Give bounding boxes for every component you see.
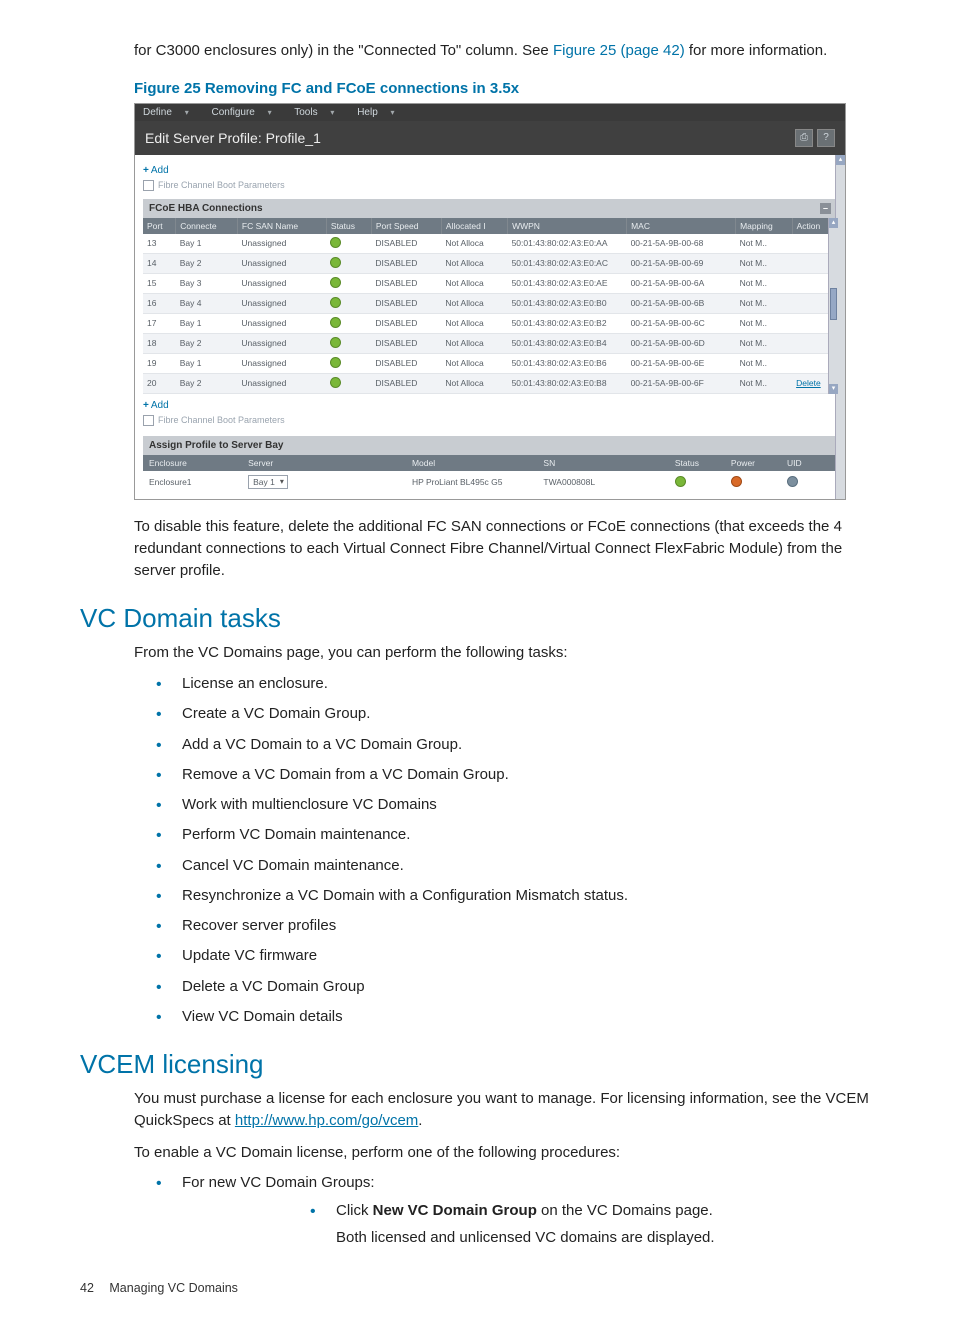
list-item: Cancel VC Domain maintenance. xyxy=(156,856,874,876)
status-ok-icon xyxy=(675,476,686,487)
step-1-sub: Both licensed and unlicensed VC domains … xyxy=(336,1227,874,1249)
list-item: Recover server profiles xyxy=(156,916,874,936)
assign-row: Enclosure1 Bay 1 HP ProLiant BL495c G5 T… xyxy=(143,471,837,493)
licensing-bullet: For new VC Domain Groups: Click New VC D… xyxy=(156,1173,874,1249)
fcoe-table: Port Connecte FC SAN Name Status Port Sp… xyxy=(143,218,837,394)
page-footer: 42 Managing VC Domains xyxy=(80,1281,874,1295)
table-scrollbar[interactable]: ▴▾ xyxy=(828,218,838,394)
menu-tools[interactable]: Tools ▾ xyxy=(294,107,344,118)
status-ok-icon xyxy=(330,297,341,308)
assign-table: Enclosure Server Model SN Status Power U… xyxy=(143,455,837,493)
power-icon xyxy=(731,476,742,487)
status-ok-icon xyxy=(330,377,341,388)
list-item: Update VC firmware xyxy=(156,946,874,966)
table-row: 18Bay 2UnassignedDISABLEDNot Alloca50:01… xyxy=(143,333,837,353)
table-row: 17Bay 1UnassignedDISABLEDNot Alloca50:01… xyxy=(143,313,837,333)
after-figure-paragraph: To disable this feature, delete the addi… xyxy=(134,516,874,581)
table-row: 20Bay 2UnassignedDISABLEDNot Alloca50:01… xyxy=(143,373,837,393)
list-item: Remove a VC Domain from a VC Domain Grou… xyxy=(156,765,874,785)
status-ok-icon xyxy=(330,277,341,288)
list-item: Delete a VC Domain Group xyxy=(156,977,874,997)
table-row: 16Bay 4UnassignedDISABLEDNot Alloca50:01… xyxy=(143,293,837,313)
licensing-p2: To enable a VC Domain license, perform o… xyxy=(134,1142,874,1164)
intro-text-a: for C3000 enclosures only) in the "Conne… xyxy=(134,42,553,59)
fcoe-table-header: Port Connecte FC SAN Name Status Port Sp… xyxy=(143,218,837,234)
vcem-url-link[interactable]: http://www.hp.com/go/vcem xyxy=(235,1112,418,1129)
status-ok-icon xyxy=(330,237,341,248)
uid-icon xyxy=(787,476,798,487)
figure-screenshot: Define ▾ Configure ▾ Tools ▾ Help ▾ Edit… xyxy=(134,103,846,500)
figure-caption: Figure 25 Removing FC and FCoE connectio… xyxy=(134,80,874,97)
table-row: 14Bay 2UnassignedDISABLEDNot Alloca50:01… xyxy=(143,253,837,273)
assign-section-header: Assign Profile to Server Bay xyxy=(143,436,837,455)
add-button-top[interactable]: +Add xyxy=(143,165,837,176)
menu-help[interactable]: Help ▾ xyxy=(357,107,404,118)
menu-define[interactable]: Define ▾ xyxy=(143,107,199,118)
status-ok-icon xyxy=(330,357,341,368)
step-1: Click New VC Domain Group on the VC Doma… xyxy=(310,1200,874,1250)
footer-title: Managing VC Domains xyxy=(109,1281,238,1295)
list-item: Work with multienclosure VC Domains xyxy=(156,795,874,815)
licensing-p1: You must purchase a license for each enc… xyxy=(134,1088,874,1132)
list-item: Resynchronize a VC Domain with a Configu… xyxy=(156,886,874,906)
delete-link[interactable]: Delete xyxy=(796,378,821,388)
intro-text-b: for more information. xyxy=(689,42,827,59)
table-row: 19Bay 1UnassignedDISABLEDNot Alloca50:01… xyxy=(143,353,837,373)
heading-vcem-licensing: VCEM licensing xyxy=(80,1049,874,1080)
panel-title: Edit Server Profile: Profile_1 xyxy=(145,130,321,146)
help-icon[interactable]: ? xyxy=(817,129,835,147)
table-row: 15Bay 3UnassignedDISABLEDNot Alloca50:01… xyxy=(143,273,837,293)
vc-tasks-list: License an enclosure. Create a VC Domain … xyxy=(156,674,874,1027)
fibre-params-checkbox-2[interactable]: Fibre Channel Boot Parameters xyxy=(143,415,837,426)
licensing-bullet-list: For new VC Domain Groups: Click New VC D… xyxy=(156,1173,874,1249)
list-item: Perform VC Domain maintenance. xyxy=(156,825,874,845)
status-ok-icon xyxy=(330,337,341,348)
status-ok-icon xyxy=(330,257,341,268)
collapse-icon[interactable]: – xyxy=(820,203,831,214)
list-item: License an enclosure. xyxy=(156,674,874,694)
menubar: Define ▾ Configure ▾ Tools ▾ Help ▾ xyxy=(135,104,845,121)
add-button-bottom[interactable]: +Add xyxy=(143,400,837,411)
vc-tasks-intro: From the VC Domains page, you can perfor… xyxy=(134,642,874,664)
table-row: 13Bay 1UnassignedDISABLEDNot Alloca50:01… xyxy=(143,234,837,254)
page-number: 42 xyxy=(80,1281,94,1295)
list-item: View VC Domain details xyxy=(156,1007,874,1027)
licensing-steps: Click New VC Domain Group on the VC Doma… xyxy=(292,1200,874,1250)
print-icon[interactable]: ⎙ xyxy=(795,129,813,147)
menu-configure[interactable]: Configure ▾ xyxy=(211,107,281,118)
status-ok-icon xyxy=(330,317,341,328)
figure-ref-link[interactable]: Figure 25 (page 42) xyxy=(553,42,685,59)
list-item: Create a VC Domain Group. xyxy=(156,704,874,724)
server-bay-select[interactable]: Bay 1 xyxy=(248,475,288,489)
list-item: Add a VC Domain to a VC Domain Group. xyxy=(156,735,874,755)
heading-vc-domain-tasks: VC Domain tasks xyxy=(80,603,874,634)
fibre-params-checkbox[interactable]: Fibre Channel Boot Parameters xyxy=(143,180,837,191)
fcoe-section-header: FCoE HBA Connections – xyxy=(143,199,837,218)
intro-paragraph: for C3000 enclosures only) in the "Conne… xyxy=(134,40,874,62)
